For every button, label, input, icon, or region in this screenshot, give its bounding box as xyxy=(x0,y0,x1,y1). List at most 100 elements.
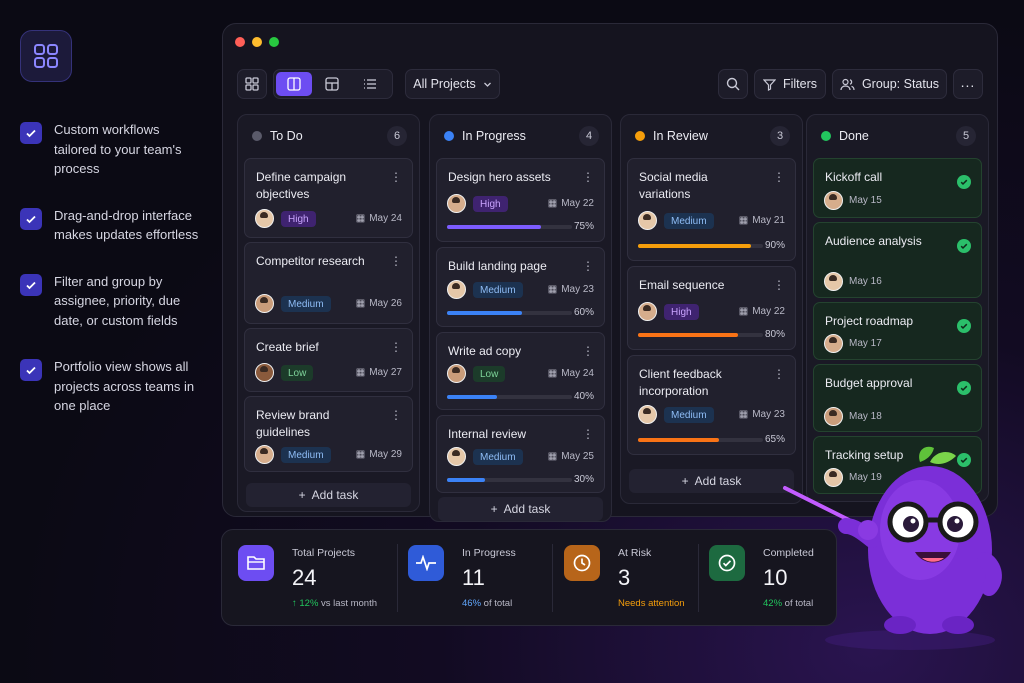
stat-trend: 46% xyxy=(462,598,482,609)
task-title: Email sequence xyxy=(639,278,725,292)
table-view-button[interactable] xyxy=(314,72,350,96)
grid-icon xyxy=(245,77,259,91)
priority-badge: Medium xyxy=(473,282,523,298)
filters-button[interactable]: Filters xyxy=(754,69,826,99)
task-card[interactable]: Project roadmap May 17 xyxy=(813,302,982,360)
task-card[interactable]: Competitor research ⋮ Medium ▦ May 26 xyxy=(244,242,413,324)
feature-list: Custom workflows tailored to your team's… xyxy=(20,120,200,443)
column-count: 4 xyxy=(579,126,599,146)
kebab-menu-icon[interactable]: ⋮ xyxy=(582,171,594,183)
priority-badge: High xyxy=(473,196,508,212)
maximize-window-button[interactable] xyxy=(269,37,279,47)
task-card[interactable]: Kickoff call May 15 xyxy=(813,158,982,218)
calendar-icon: ▦ xyxy=(355,213,366,224)
add-task-label: Add task xyxy=(311,488,359,502)
kebab-menu-icon[interactable]: ⋮ xyxy=(773,368,785,380)
progress-fill xyxy=(447,478,485,482)
column-title: Done xyxy=(839,129,869,143)
kebab-menu-icon[interactable]: ⋮ xyxy=(390,171,402,183)
activity-icon xyxy=(408,545,444,581)
due-date-text: May 15 xyxy=(849,195,882,206)
task-card[interactable]: Internal review ⋮ Medium ▦ May 25 30% xyxy=(436,415,605,493)
group-by-button[interactable]: Group: Status xyxy=(832,69,947,99)
task-card[interactable]: Write ad copy ⋮ Low ▦ May 24 40% xyxy=(436,332,605,410)
mascot-illustration xyxy=(783,446,1002,650)
task-card[interactable]: Social media variations ⋮ Medium ▦ May 21… xyxy=(627,158,796,261)
task-title: Competitor research xyxy=(256,254,365,268)
due-date-text: May 26 xyxy=(369,298,402,309)
minimize-window-button[interactable] xyxy=(252,37,262,47)
kebab-menu-icon[interactable]: ⋮ xyxy=(773,171,785,183)
add-task-button[interactable]: + Add task xyxy=(629,469,794,493)
task-card[interactable]: Design hero assets ⋮ High ▦ May 22 75% xyxy=(436,158,605,242)
stat-trend: Needs attention xyxy=(618,598,685,609)
close-window-button[interactable] xyxy=(235,37,245,47)
task-card[interactable]: Email sequence ⋮ High ▦ May 22 80% xyxy=(627,266,796,350)
project-select[interactable]: All Projects xyxy=(405,69,500,99)
task-title: Define campaign objectives xyxy=(256,170,347,201)
task-card[interactable]: Budget approval May 18 xyxy=(813,364,982,432)
add-task-button[interactable]: + Add task xyxy=(246,483,411,507)
columns-icon xyxy=(287,77,301,91)
priority-badge: Low xyxy=(281,365,314,381)
progress-percent: 75% xyxy=(573,221,594,232)
column-header: To Do 6 xyxy=(252,126,407,146)
column-title: To Do xyxy=(270,129,303,143)
stat-in-progress: In Progress 11 46% of total xyxy=(408,545,548,615)
column-in-review: In Review 3 Social media variations ⋮ Me… xyxy=(620,114,803,504)
kebab-menu-icon[interactable]: ⋮ xyxy=(390,341,402,353)
avatar xyxy=(255,445,274,464)
progress-percent: 60% xyxy=(573,307,594,318)
priority-badge: Medium xyxy=(281,296,331,312)
add-task-label: Add task xyxy=(694,474,742,488)
list-view-button[interactable] xyxy=(352,72,388,96)
feature-item: Drag-and-drop interface makes updates ef… xyxy=(20,206,200,245)
kebab-menu-icon[interactable]: ⋮ xyxy=(390,255,402,267)
stat-label: Total Projects xyxy=(292,547,356,559)
project-select-label: All Projects xyxy=(413,77,476,91)
due-date: ▦ May 23 xyxy=(739,409,785,420)
column-in-progress: In Progress 4 Design hero assets ⋮ High … xyxy=(429,114,612,522)
window-controls xyxy=(235,37,279,47)
task-card[interactable]: Create brief ⋮ Low ▦ May 27 xyxy=(244,328,413,392)
search-button[interactable] xyxy=(718,69,748,99)
due-date: May 15 xyxy=(849,195,882,206)
column-count: 6 xyxy=(387,126,407,146)
task-card[interactable]: Audience analysis May 16 xyxy=(813,222,982,298)
progress-bar xyxy=(447,478,572,482)
avatar xyxy=(255,294,274,313)
board-view-button[interactable] xyxy=(276,72,312,96)
kebab-menu-icon[interactable]: ⋮ xyxy=(582,260,594,272)
stat-value: 11 xyxy=(462,565,485,590)
progress-fill xyxy=(638,438,720,442)
feature-item: Portfolio view shows all projects across… xyxy=(20,357,200,416)
completed-check-icon xyxy=(957,175,971,189)
task-card[interactable]: Review brand guidelines ⋮ Medium ▦ May 29 xyxy=(244,396,413,472)
kebab-menu-icon[interactable]: ⋮ xyxy=(773,279,785,291)
kebab-menu-icon[interactable]: ⋮ xyxy=(582,428,594,440)
kebab-menu-icon[interactable]: ⋮ xyxy=(582,345,594,357)
progress-percent: 80% xyxy=(764,329,785,340)
stat-label: At Risk xyxy=(618,547,652,559)
add-task-button[interactable]: + Add task xyxy=(438,497,603,521)
task-card[interactable]: Client feedback incorporation ⋮ Medium ▦… xyxy=(627,355,796,455)
progress-percent: 30% xyxy=(573,474,594,485)
task-card[interactable]: Build landing page ⋮ Medium ▦ May 23 60% xyxy=(436,247,605,327)
task-card[interactable]: Define campaign objectives ⋮ High ▦ May 2… xyxy=(244,158,413,238)
sidebar-toggle-button[interactable] xyxy=(237,69,267,99)
list-icon xyxy=(364,79,376,89)
calendar-icon: ▦ xyxy=(547,284,558,295)
stat-label: In Progress xyxy=(462,547,516,559)
checkmark-icon xyxy=(20,207,42,230)
more-options-button[interactable]: ... xyxy=(953,69,983,99)
filters-label: Filters xyxy=(782,77,818,91)
due-date: ▦ May 25 xyxy=(548,451,594,462)
progress-fill xyxy=(447,395,497,399)
kebab-menu-icon[interactable]: ⋮ xyxy=(390,409,402,421)
priority-badge: Medium xyxy=(473,449,523,465)
task-title: Kickoff call xyxy=(825,170,883,184)
due-date-text: May 21 xyxy=(752,215,785,226)
priority-badge: Low xyxy=(473,366,506,382)
due-date: ▦ May 23 xyxy=(548,284,594,295)
task-title: Design hero assets xyxy=(448,170,551,184)
